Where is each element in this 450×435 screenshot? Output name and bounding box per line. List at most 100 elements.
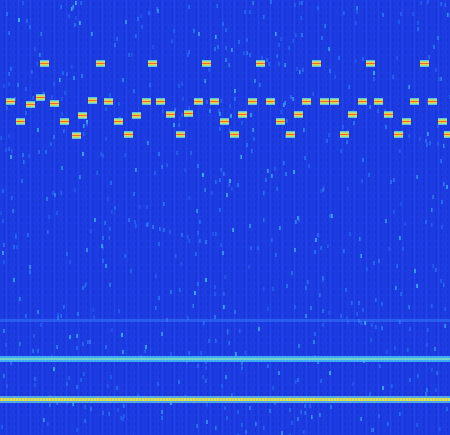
band-tick xyxy=(315,396,316,403)
band-tick xyxy=(252,396,253,403)
band-tick xyxy=(345,396,346,403)
band-tick xyxy=(129,396,130,403)
band-tick xyxy=(438,356,439,362)
band-tick xyxy=(390,356,391,362)
striation xyxy=(196,0,197,435)
striation xyxy=(32,0,33,435)
tone-mark xyxy=(410,98,419,105)
band-tick xyxy=(207,356,208,362)
speckle xyxy=(342,125,344,129)
band-tick xyxy=(219,396,220,403)
tone-mark xyxy=(26,101,35,108)
speckle xyxy=(289,408,291,412)
striation xyxy=(224,0,225,435)
band-tick xyxy=(117,356,118,362)
tone-mark xyxy=(72,132,81,139)
band-tick xyxy=(159,396,160,403)
tone-mark xyxy=(230,131,239,138)
speckle xyxy=(257,246,259,250)
speckle xyxy=(29,265,31,269)
speckle xyxy=(314,250,316,254)
band-tick xyxy=(327,396,328,403)
tone-mark xyxy=(320,98,329,105)
band-tick xyxy=(78,396,79,403)
striation xyxy=(380,0,381,435)
tone-mark xyxy=(286,131,295,138)
band-tick xyxy=(99,356,100,362)
band-tick xyxy=(333,356,334,362)
speckle xyxy=(105,264,107,268)
speckle xyxy=(254,79,256,83)
speckle xyxy=(53,82,55,86)
speckle xyxy=(102,236,104,240)
striation xyxy=(252,0,253,435)
striation xyxy=(356,0,357,435)
band-tick xyxy=(108,396,109,403)
speckle xyxy=(265,178,267,182)
band-tick xyxy=(273,396,274,403)
band-tick xyxy=(69,396,70,403)
speckle xyxy=(110,375,112,379)
band-tick xyxy=(315,356,316,362)
speckle xyxy=(158,296,160,300)
striation xyxy=(432,0,433,435)
tone-mark xyxy=(142,98,151,105)
band-tick xyxy=(339,396,340,403)
speckle xyxy=(86,122,88,126)
speckle xyxy=(10,155,12,159)
band-tick xyxy=(54,396,55,403)
speckle xyxy=(197,231,199,235)
speckle xyxy=(393,178,395,182)
speckle xyxy=(373,77,375,81)
band-tick xyxy=(201,356,202,362)
striation xyxy=(112,0,113,435)
tone-mark xyxy=(36,94,45,101)
striation xyxy=(376,0,377,435)
band-tick xyxy=(321,396,322,403)
band-tick xyxy=(288,396,289,403)
band-tick xyxy=(120,356,121,362)
striation xyxy=(300,0,301,435)
band-tick xyxy=(84,396,85,403)
band-tick xyxy=(174,356,175,362)
speckle xyxy=(353,121,355,125)
striation xyxy=(72,0,73,435)
speckle xyxy=(178,84,180,88)
speckle xyxy=(226,416,228,420)
band-tick xyxy=(435,396,436,403)
band-tick xyxy=(51,356,52,362)
band-tick xyxy=(180,396,181,403)
band-tick xyxy=(201,396,202,403)
speckle xyxy=(309,404,311,408)
band-tick xyxy=(282,356,283,362)
band-tick xyxy=(258,356,259,362)
striation xyxy=(404,0,405,435)
tone-mark xyxy=(16,118,25,125)
striation xyxy=(444,0,445,435)
speckle xyxy=(109,93,111,97)
band-tick xyxy=(402,396,403,403)
speckle xyxy=(417,27,419,31)
band-tick xyxy=(342,396,343,403)
band-tick xyxy=(318,396,319,403)
speckle xyxy=(301,33,303,37)
speckle xyxy=(2,219,4,223)
speckle xyxy=(245,430,247,434)
band-tick xyxy=(366,396,367,403)
striation xyxy=(232,0,233,435)
speckle xyxy=(25,111,27,115)
speckle xyxy=(261,56,263,60)
speckle xyxy=(33,334,35,338)
speckle xyxy=(89,340,91,344)
band-tick xyxy=(33,396,34,403)
speckle xyxy=(133,192,135,196)
band-tick xyxy=(57,356,58,362)
band-tick xyxy=(255,356,256,362)
band-faint xyxy=(0,319,450,322)
speckle xyxy=(69,260,71,264)
band-tick xyxy=(75,356,76,362)
band-tick xyxy=(153,356,154,362)
band-tick xyxy=(153,396,154,403)
speckle xyxy=(193,29,195,33)
tone-mark xyxy=(184,110,193,117)
